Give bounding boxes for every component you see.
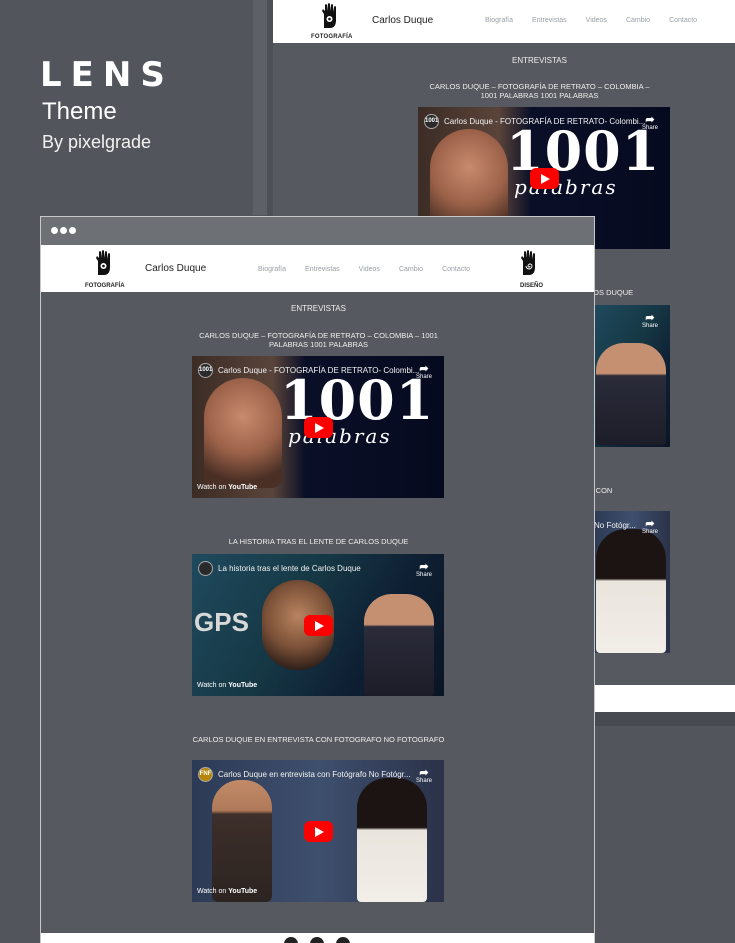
- share-label: Share: [415, 778, 432, 784]
- social-icon[interactable]: [336, 937, 350, 943]
- video-player-title[interactable]: Carlos Duque en entrevista con Fotógrafo…: [218, 770, 411, 779]
- share-label: Share: [641, 323, 658, 329]
- share-button[interactable]: ➦ Share: [641, 114, 658, 132]
- channel-avatar-icon[interactable]: 1001: [198, 363, 213, 378]
- nav-item-cambio[interactable]: Cambio: [626, 17, 650, 24]
- site-title[interactable]: Carlos Duque: [145, 263, 206, 274]
- window-dot-icon[interactable]: [69, 227, 76, 234]
- watch-on-youtube-link[interactable]: Watch on YouTube: [197, 888, 257, 895]
- video-player-title[interactable]: No Fotógr...: [594, 521, 636, 530]
- spiral-hand-logo-icon[interactable]: [519, 249, 541, 277]
- channel-avatar-icon[interactable]: [198, 561, 213, 576]
- video-thumbnail-person: [364, 594, 434, 696]
- youtube-logo-icon: YouTube: [228, 484, 258, 491]
- nav-item-biografia[interactable]: Biografía: [485, 17, 513, 24]
- video-thumbnail-person: [596, 529, 666, 653]
- promo-byline: By pixelgrade: [42, 132, 152, 152]
- video-thumbnail-person: [204, 378, 282, 488]
- video-player[interactable]: No Fotógr... ➦ Share: [594, 511, 670, 653]
- nav-item-entrevistas[interactable]: Entrevistas: [532, 17, 567, 24]
- video-title: CARLOS DUQUE – FOTOGRAFÍA DE RETRATO – C…: [199, 331, 438, 349]
- play-button-icon[interactable]: [304, 821, 333, 842]
- video-thumbnail-person: [596, 343, 666, 445]
- logo-label: FOTOGRAFÍA: [311, 34, 353, 40]
- watch-on-label: Watch on: [197, 682, 227, 689]
- share-label: Share: [415, 572, 432, 578]
- share-button[interactable]: ➦ Share: [415, 561, 432, 579]
- hand-logo-icon[interactable]: [93, 249, 117, 277]
- nav-item-videos[interactable]: Videos: [359, 266, 380, 273]
- video-title-partial: LOS DUQUE: [589, 288, 634, 297]
- front-browser-mockup: FOTOGRAFÍA Carlos Duque Biografía Entrevi…: [40, 216, 595, 943]
- video-title: CARLOS DUQUE EN ENTREVISTA CON FOTOGRAFO…: [192, 735, 445, 744]
- main-nav: Biografía Entrevistas Videos Cambio Contacto: [485, 17, 716, 24]
- share-arrow-icon: ➦: [645, 518, 655, 530]
- share-button[interactable]: ➦ Share: [415, 363, 432, 381]
- nav-item-contacto[interactable]: Contacto: [442, 266, 470, 273]
- promo-subtitle: Theme: [42, 98, 117, 125]
- share-button[interactable]: ➦ Share: [641, 518, 658, 536]
- nav-item-contacto[interactable]: Contacto: [669, 17, 697, 24]
- play-button-icon[interactable]: [304, 615, 333, 636]
- youtube-logo-icon: YouTube: [228, 888, 258, 895]
- share-arrow-icon: ➦: [419, 767, 429, 779]
- video-title: CARLOS DUQUE – FOTOGRAFÍA DE RETRATO – C…: [429, 82, 650, 100]
- video-player-title[interactable]: Carlos Duque - FOTOGRAFÍA DE RETRATO- Co…: [444, 117, 645, 126]
- video-thumbnail-person: [212, 780, 272, 902]
- video-thumbnail-person: [357, 778, 427, 902]
- logo-label: DISEÑO: [520, 283, 544, 289]
- video-art-text: GPS: [194, 607, 249, 637]
- watch-on-label: Watch on: [197, 888, 227, 895]
- browser-chrome: [41, 217, 594, 245]
- decorative-panel: [253, 0, 267, 215]
- nav-item-biografia[interactable]: Biografía: [258, 266, 286, 273]
- share-arrow-icon: ➦: [419, 363, 429, 375]
- video-player[interactable]: ➦ Share: [594, 305, 670, 447]
- nav-item-videos[interactable]: Videos: [586, 17, 607, 24]
- video-player[interactable]: FNF Carlos Duque en entrevista con Fotóg…: [192, 760, 444, 902]
- watch-on-youtube-link[interactable]: Watch on YouTube: [197, 682, 257, 689]
- video-player[interactable]: 1001 palabras 1001 Carlos Duque - FOTOGR…: [192, 356, 444, 498]
- site-header: FOTOGRAFÍA Carlos Duque Biografía Entrevi…: [41, 245, 594, 292]
- promo-title: LENS: [40, 55, 174, 95]
- share-label: Share: [641, 529, 658, 535]
- play-button-icon[interactable]: [530, 168, 559, 189]
- site-footer: [41, 933, 594, 943]
- social-icon[interactable]: [284, 937, 298, 943]
- nav-item-cambio[interactable]: Cambio: [399, 266, 423, 273]
- window-dot-icon[interactable]: [60, 227, 67, 234]
- window-dot-icon[interactable]: [51, 227, 58, 234]
- video-player-title[interactable]: Carlos Duque - FOTOGRAFÍA DE RETRATO- Co…: [218, 366, 419, 375]
- nav-item-entrevistas[interactable]: Entrevistas: [305, 266, 340, 273]
- share-label: Share: [415, 374, 432, 380]
- decorative-panel: [595, 712, 735, 726]
- logo-label: FOTOGRAFÍA: [85, 283, 125, 289]
- video-title: LA HISTORIA TRAS EL LENTE DE CARLOS DUQU…: [228, 537, 409, 546]
- share-button[interactable]: ➦ Share: [641, 312, 658, 330]
- site-title[interactable]: Carlos Duque: [372, 15, 433, 26]
- play-button-icon[interactable]: [304, 417, 333, 438]
- channel-avatar-icon[interactable]: FNF: [198, 767, 213, 782]
- site-footer: [594, 685, 735, 712]
- share-label: Share: [641, 125, 658, 131]
- section-heading: ENTREVISTAS: [512, 56, 567, 65]
- share-button[interactable]: ➦ Share: [415, 767, 432, 785]
- channel-avatar-icon[interactable]: 1001: [424, 114, 439, 129]
- video-player[interactable]: GPS La historia tras el lente de Carlos …: [192, 554, 444, 696]
- social-icon[interactable]: [310, 937, 324, 943]
- section-heading: ENTREVISTAS: [291, 304, 346, 313]
- video-player-title[interactable]: La historia tras el lente de Carlos Duqu…: [218, 564, 361, 573]
- watch-on-label: Watch on: [197, 484, 227, 491]
- watch-on-youtube-link[interactable]: Watch on YouTube: [197, 484, 257, 491]
- share-arrow-icon: ➦: [419, 561, 429, 573]
- share-arrow-icon: ➦: [645, 312, 655, 324]
- youtube-logo-icon: YouTube: [228, 682, 258, 689]
- share-arrow-icon: ➦: [645, 114, 655, 126]
- main-nav: Biografía Entrevistas Videos Cambio Contacto: [258, 266, 489, 273]
- hand-logo-icon[interactable]: [319, 2, 343, 30]
- site-header: FOTOGRAFÍA Carlos Duque Biografía Entrevi…: [267, 0, 735, 43]
